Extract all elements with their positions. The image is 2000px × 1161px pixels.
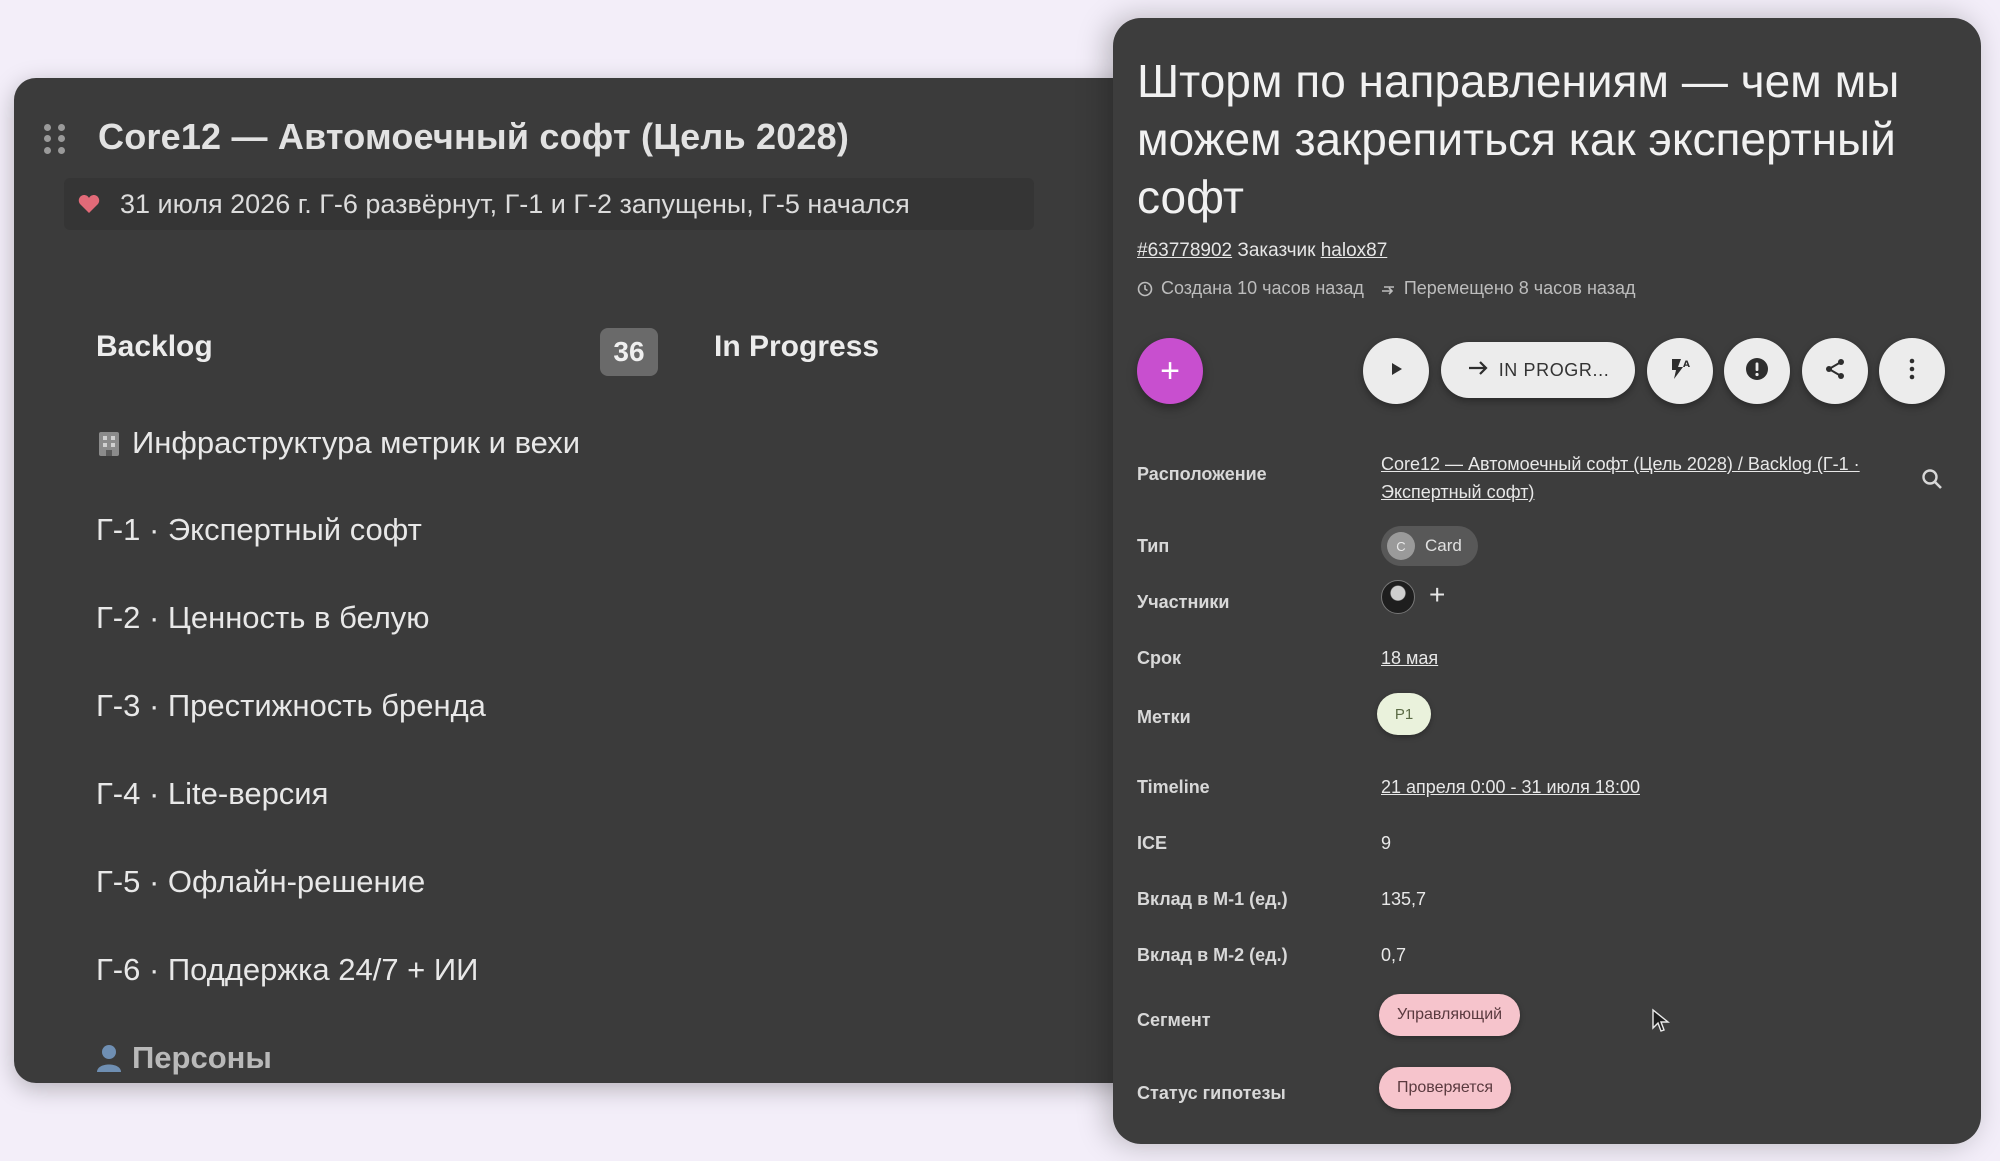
tag-chip[interactable]: P1	[1377, 693, 1431, 735]
person-icon	[96, 1043, 122, 1073]
arrow-right-icon	[1467, 359, 1499, 382]
board-status-banner: 31 июля 2026 г. Г-6 развёрнут, Г-1 и Г-2…	[64, 178, 1034, 230]
property-label: Участники	[1137, 592, 1230, 612]
heart-icon	[78, 194, 100, 214]
alert-icon	[1745, 357, 1769, 386]
list-item-label: Г-5 · Офлайн-решение	[96, 864, 426, 899]
list-item[interactable]: Инфраструктура метрик и вехи	[96, 418, 580, 468]
play-icon	[1387, 360, 1405, 383]
backlog-count-badge: 36	[600, 328, 658, 376]
card-action-bar: + IN PROGR... A	[1113, 338, 1981, 418]
clock-icon	[1137, 281, 1153, 297]
property-label: Тип	[1137, 536, 1170, 556]
property-label: Timeline	[1137, 777, 1210, 797]
board-title: Core12 — Автомоечный софт (Цель 2028)	[98, 116, 850, 157]
card-timestamps: Создана 10 часов назад Перемещено 8 часо…	[1137, 278, 1635, 299]
list-item-label: Г-3 · Престижность бренда	[96, 688, 486, 723]
location-link[interactable]: Core12 — Автомоечный софт (Цель 2028) / …	[1381, 450, 1901, 506]
building-icon	[96, 428, 122, 458]
list-item[interactable]: Г-6 · Поддержка 24/7 + ИИ	[96, 945, 478, 995]
m2-value[interactable]: 0,7	[1381, 945, 1406, 966]
list-item-label: Персоны	[132, 1040, 272, 1075]
play-button[interactable]	[1363, 338, 1429, 404]
list-item-label: Инфраструктура метрик и вехи	[132, 425, 581, 460]
add-button[interactable]: +	[1137, 338, 1203, 404]
flash-auto-icon: A	[1668, 357, 1692, 386]
avatar[interactable]	[1381, 580, 1415, 614]
type-chip[interactable]: C Card	[1381, 526, 1478, 566]
property-label: Статус гипотезы	[1137, 1083, 1286, 1103]
list-item[interactable]: Г-1 · Экспертный софт	[96, 505, 422, 555]
list-item-label: Г-6 · Поддержка 24/7 + ИИ	[96, 952, 479, 987]
move-to-column-label: IN PROGR...	[1498, 359, 1610, 380]
add-member-button[interactable]: +	[1429, 580, 1445, 610]
ice-value[interactable]: 9	[1381, 833, 1391, 854]
list-item[interactable]: Г-5 · Офлайн-решение	[96, 857, 425, 907]
drag-handle-icon[interactable]	[44, 124, 66, 154]
column-header-in-progress[interactable]: In Progress	[714, 330, 879, 364]
property-label: Вклад в М-1 (ед.)	[1137, 889, 1288, 909]
share-button[interactable]	[1802, 338, 1868, 404]
svg-text:A: A	[1683, 360, 1690, 370]
move-icon	[1380, 281, 1396, 297]
type-avatar: C	[1387, 532, 1415, 560]
move-to-column-button[interactable]: IN PROGR...	[1441, 342, 1635, 398]
card-id-link[interactable]: #63778902	[1137, 240, 1232, 261]
list-item-label: Г-4 · Lite-версия	[96, 776, 329, 811]
type-value: Card	[1425, 536, 1462, 555]
automation-button[interactable]: A	[1647, 338, 1713, 404]
property-label: Сегмент	[1137, 1010, 1211, 1030]
list-item[interactable]: Персоны	[96, 1033, 272, 1083]
property-label: Метки	[1137, 707, 1191, 727]
list-item-label: Г-2 · Ценность в белую	[96, 600, 430, 635]
customer-label: Заказчик	[1237, 240, 1316, 261]
card-title[interactable]: Шторм по направлениям — чем мы можем зак…	[1137, 52, 1957, 226]
mouse-cursor-icon	[1651, 1008, 1671, 1034]
search-icon[interactable]	[1921, 468, 1943, 490]
property-label: ICE	[1137, 833, 1168, 853]
created-text: Создана 10 часов назад	[1161, 278, 1364, 298]
customer-link[interactable]: halox87	[1321, 240, 1388, 261]
list-item[interactable]: Г-2 · Ценность в белую	[96, 593, 430, 643]
list-item[interactable]: Г-3 · Престижность бренда	[96, 681, 486, 731]
more-vertical-icon	[1908, 358, 1916, 385]
priority-alert-button[interactable]	[1724, 338, 1790, 404]
property-label: Вклад в М-2 (ед.)	[1137, 945, 1288, 965]
column-header-backlog[interactable]: Backlog	[96, 330, 213, 364]
card-detail-panel: Шторм по направлениям — чем мы можем зак…	[1113, 18, 1981, 1144]
board-status-text: 31 июля 2026 г. Г-6 развёрнут, Г-1 и Г-2…	[120, 188, 910, 219]
property-label: Срок	[1137, 648, 1181, 668]
m1-value[interactable]: 135,7	[1381, 889, 1426, 910]
list-item[interactable]: Г-4 · Lite-версия	[96, 769, 328, 819]
card-meta: #63778902 Заказчик halox87	[1137, 240, 1387, 262]
moved-text: Перемещено 8 часов назад	[1403, 278, 1636, 298]
property-label: Расположение	[1137, 464, 1267, 484]
more-options-button[interactable]	[1879, 338, 1945, 404]
segment-chip[interactable]: Управляющий	[1379, 994, 1521, 1036]
hypothesis-status-chip[interactable]: Проверяется	[1379, 1067, 1512, 1109]
timeline-link[interactable]: 21 апреля 0:00 - 31 июля 18:00	[1381, 777, 1640, 798]
list-item-label: Г-1 · Экспертный софт	[96, 512, 422, 547]
share-icon	[1823, 357, 1847, 386]
board-panel: Core12 — Автомоечный софт (Цель 2028) 31…	[14, 78, 1174, 1083]
due-date-link[interactable]: 18 мая	[1381, 648, 1438, 669]
